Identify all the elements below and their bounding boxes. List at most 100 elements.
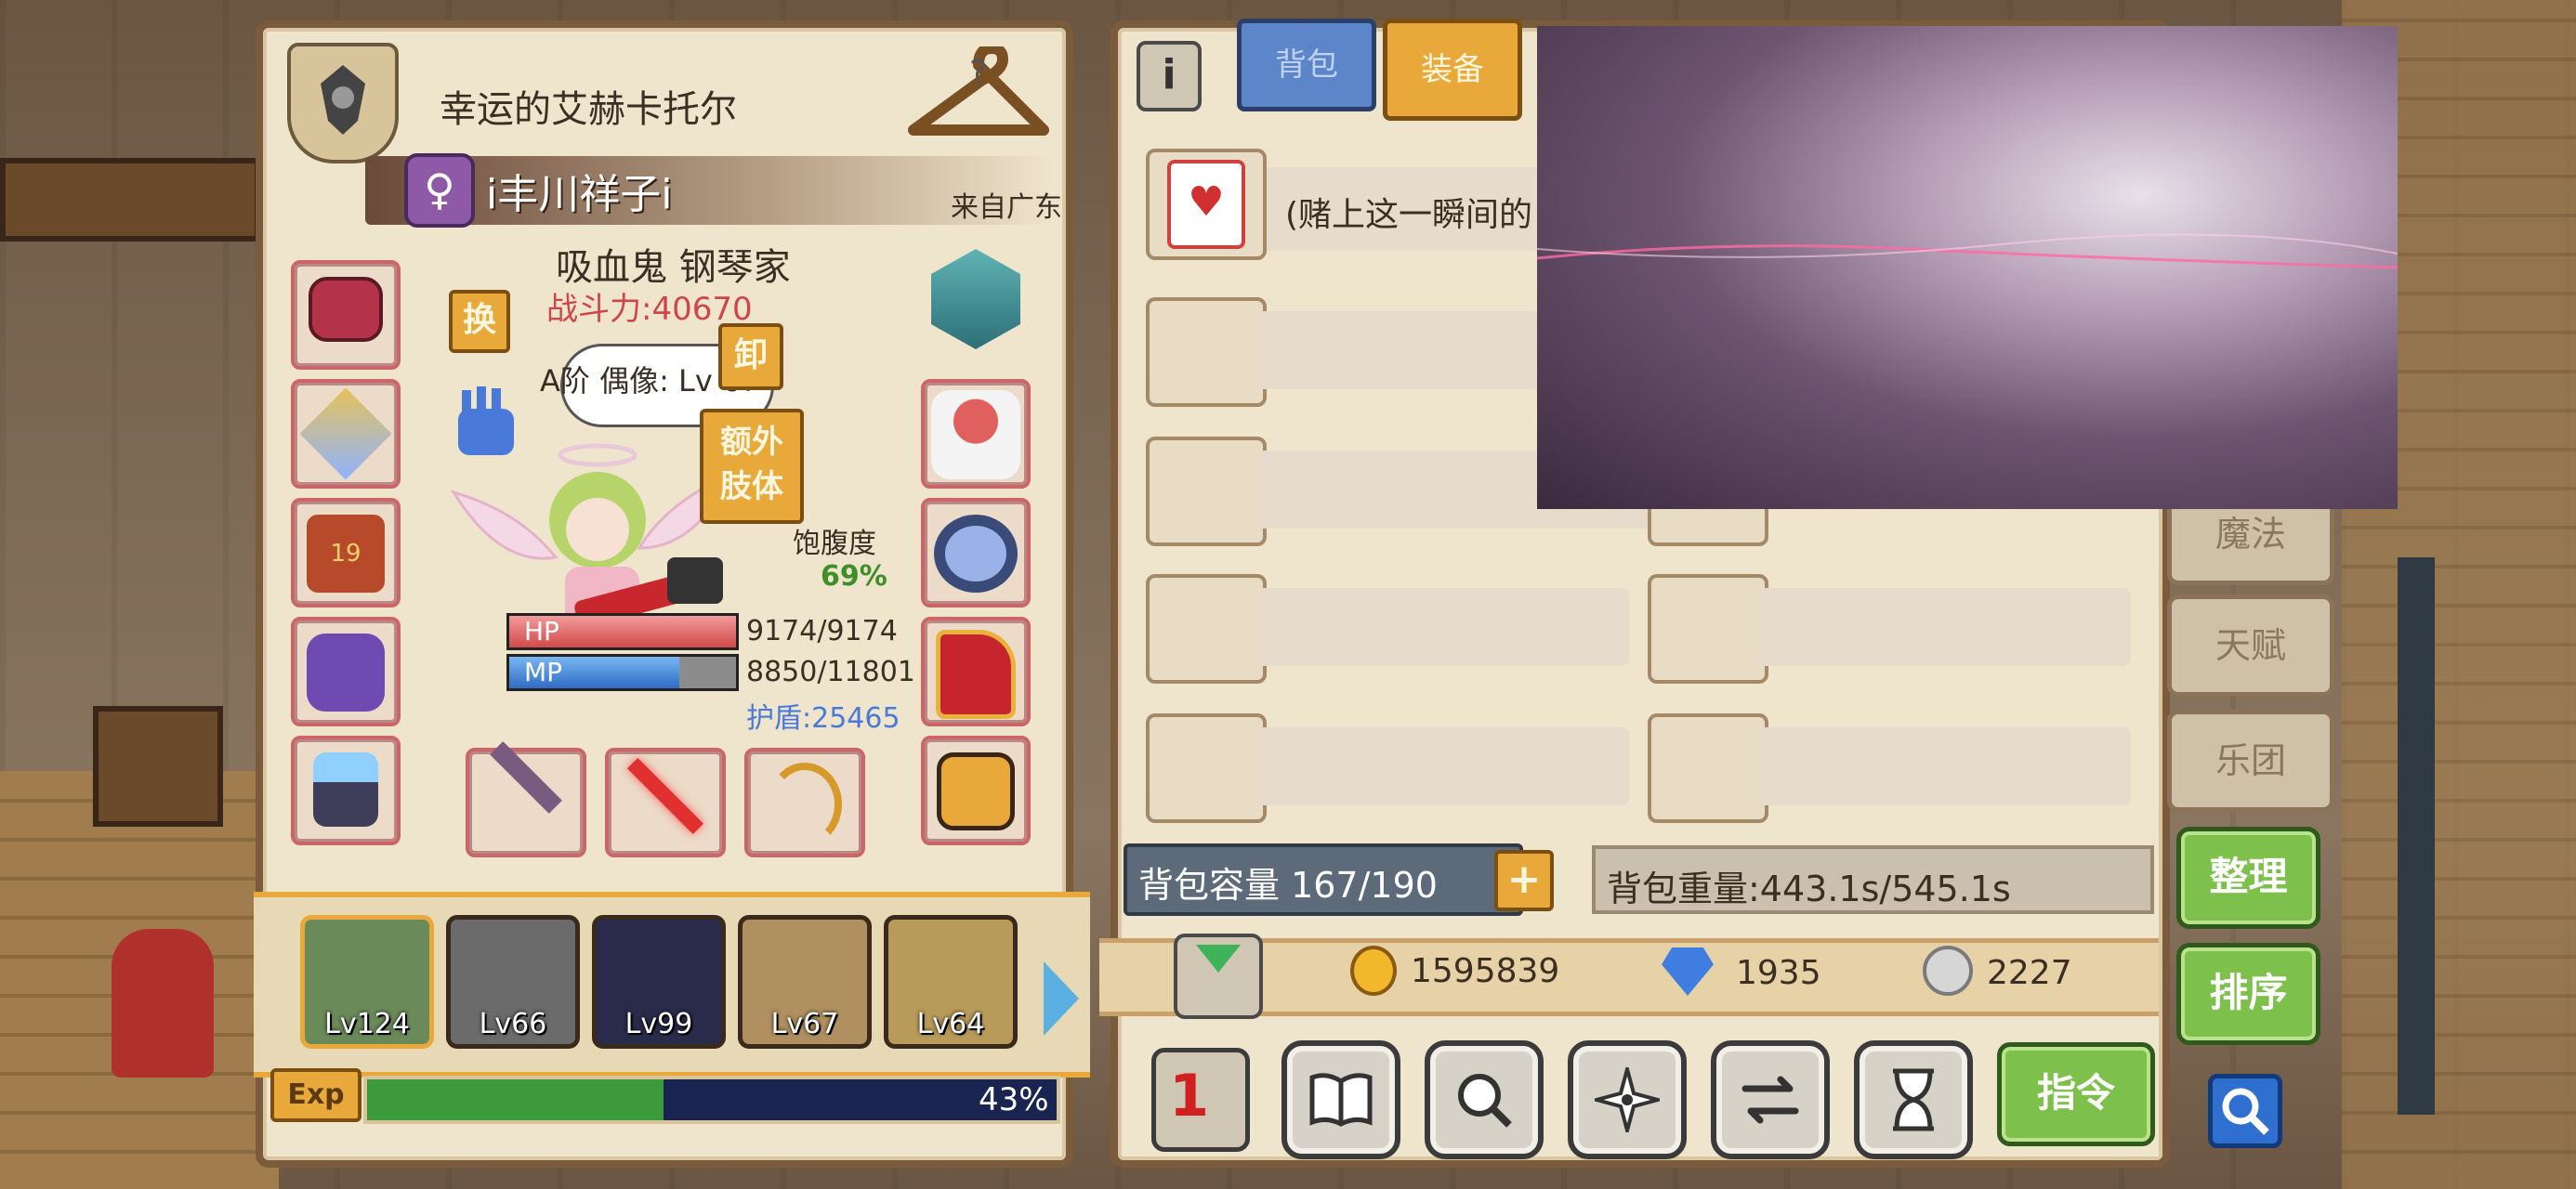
satiety-value: 69% — [821, 560, 887, 593]
amulet-icon — [299, 387, 392, 480]
bow-icon — [768, 763, 842, 846]
number-sort-button[interactable]: 1 — [1151, 1048, 1250, 1152]
item-slot-2[interactable] — [1146, 297, 1267, 407]
exp-label: Exp — [270, 1068, 361, 1122]
party-member-2[interactable]: Lv66 — [446, 915, 580, 1049]
hp-value: 9174/9174 — [746, 615, 898, 647]
search-item-button[interactable] — [1425, 1040, 1544, 1159]
shuriken-button[interactable] — [1568, 1040, 1687, 1159]
red-sword-icon — [626, 757, 704, 835]
exp-bar — [363, 1076, 1060, 1124]
equip-slot-boots[interactable] — [921, 617, 1031, 726]
hammer-icon — [490, 741, 562, 814]
equip-slot-amulet[interactable] — [291, 379, 401, 489]
global-search-button[interactable] — [2208, 1074, 2282, 1148]
capacity-text: 背包容量 167/190 — [1138, 865, 1438, 906]
pet-icon — [931, 390, 1020, 479]
equip-slot-head[interactable] — [291, 260, 401, 370]
sort-button[interactable]: 排序 — [2176, 943, 2320, 1045]
party-member-5[interactable]: Lv64 — [884, 915, 1018, 1049]
equip-slot-weapon-2[interactable] — [605, 748, 726, 857]
mp-value: 8850/11801 — [746, 656, 915, 688]
item-slot-6[interactable] — [1648, 574, 1768, 684]
party-member-level: Lv66 — [479, 1008, 547, 1040]
shuriken-icon — [1595, 1067, 1660, 1132]
info-button[interactable]: i — [1137, 41, 1202, 111]
character-title: 幸运的艾赫卡托尔 — [440, 88, 737, 131]
swap-button[interactable] — [1711, 1040, 1830, 1159]
command-button[interactable]: 指令 — [1997, 1042, 2155, 1146]
extra-limb-button[interactable]: 额外肢体 — [700, 409, 804, 524]
list-item — [1759, 727, 2131, 805]
party-next-arrow-icon[interactable] — [1044, 961, 1079, 1036]
party-member-1[interactable]: Lv124 — [300, 915, 434, 1049]
shield-value: 护盾:25465 — [746, 702, 900, 735]
crystal-emblem-icon — [931, 249, 1020, 349]
equip-slot-gear[interactable] — [921, 736, 1031, 845]
item-slot-3[interactable] — [1146, 437, 1267, 546]
item-slot-8[interactable] — [1648, 713, 1768, 823]
satiety-label: 饱腹度 — [793, 528, 876, 560]
deposit-button[interactable] — [1174, 934, 1263, 1019]
equip-slot-pet[interactable] — [921, 379, 1031, 489]
character-origin: 来自广东 — [951, 191, 1062, 224]
exp-percent: 43% — [979, 1081, 1049, 1118]
tab-equipment[interactable]: 装备 — [1383, 19, 1522, 121]
switch-button[interactable]: 换 — [449, 290, 510, 353]
equip-slot-accessory[interactable] — [291, 736, 401, 845]
item-name: (赌上这一瞬间的 — [1285, 196, 1533, 234]
combat-power: 战斗力:40670 — [546, 291, 753, 328]
scene-bench — [0, 158, 260, 242]
female-gender-icon: ♀ — [404, 153, 475, 228]
list-item — [1257, 588, 1629, 666]
scene-lamp-post — [2398, 557, 2435, 1115]
gear-box-icon — [937, 752, 1015, 830]
tab-backpack[interactable]: 背包 — [1237, 19, 1376, 111]
weight-text: 背包重量:443.1s/545.1s — [1607, 869, 2011, 909]
gold-amount: 1595839 — [1411, 952, 1560, 990]
silver-amount: 2227 — [1987, 954, 2072, 992]
hp-bar: HP — [506, 613, 739, 650]
book-button[interactable] — [1281, 1040, 1400, 1159]
silver-coin-icon — [1923, 946, 1973, 996]
list-item — [1257, 727, 1629, 805]
equip-slot-backpack[interactable]: 19 — [291, 498, 401, 608]
hp-label: HP — [524, 616, 559, 647]
timer-button[interactable] — [1854, 1040, 1973, 1159]
gold-coin-icon — [1350, 946, 1397, 996]
item-slot-1[interactable]: ♥ — [1146, 149, 1267, 260]
unequip-button[interactable]: 卸 — [718, 323, 783, 390]
svg-text:?: ? — [969, 54, 987, 92]
armor-icon — [307, 634, 385, 712]
helmet-icon — [309, 277, 383, 342]
boots-icon — [936, 630, 1016, 719]
book-icon — [1309, 1073, 1373, 1127]
party-member-level: Lv67 — [770, 1008, 839, 1040]
item-slot-7[interactable] — [1146, 713, 1267, 823]
tab-band[interactable]: 乐团 — [2167, 710, 2334, 812]
video-overlay — [1537, 26, 2398, 509]
item-slot-5[interactable] — [1146, 574, 1267, 684]
equip-slot-armor[interactable] — [291, 617, 401, 726]
tab-talent[interactable]: 天赋 — [2167, 594, 2334, 697]
party-member-level: Lv64 — [916, 1008, 985, 1040]
character-name: i丰川祥子i — [486, 171, 673, 218]
organize-button[interactable]: 整理 — [2176, 827, 2320, 929]
equip-slot-weapon-3[interactable] — [744, 748, 865, 857]
magnifier-icon — [1458, 1074, 1512, 1128]
number-one-icon: 1 — [1169, 1062, 1210, 1130]
equip-slot-weapon-1[interactable] — [466, 741, 586, 857]
wardrobe-hanger-icon[interactable]: ? — [904, 43, 1053, 149]
expand-capacity-button[interactable]: + — [1494, 850, 1554, 911]
party-member-level: Lv124 — [324, 1008, 410, 1040]
equip-slot-ring[interactable] — [921, 498, 1031, 608]
list-item — [1759, 588, 2131, 666]
party-member-3[interactable]: Lv99 — [592, 915, 726, 1049]
exp-bar-fill — [367, 1079, 664, 1120]
party-member-4[interactable]: Lv67 — [738, 915, 872, 1049]
playing-card-icon: ♥ — [1167, 160, 1245, 249]
down-arrow-icon — [1196, 945, 1241, 973]
equip-slot-emblem[interactable] — [921, 240, 1031, 360]
ring-icon — [934, 515, 1018, 593]
hourglass-icon — [1893, 1068, 1934, 1131]
